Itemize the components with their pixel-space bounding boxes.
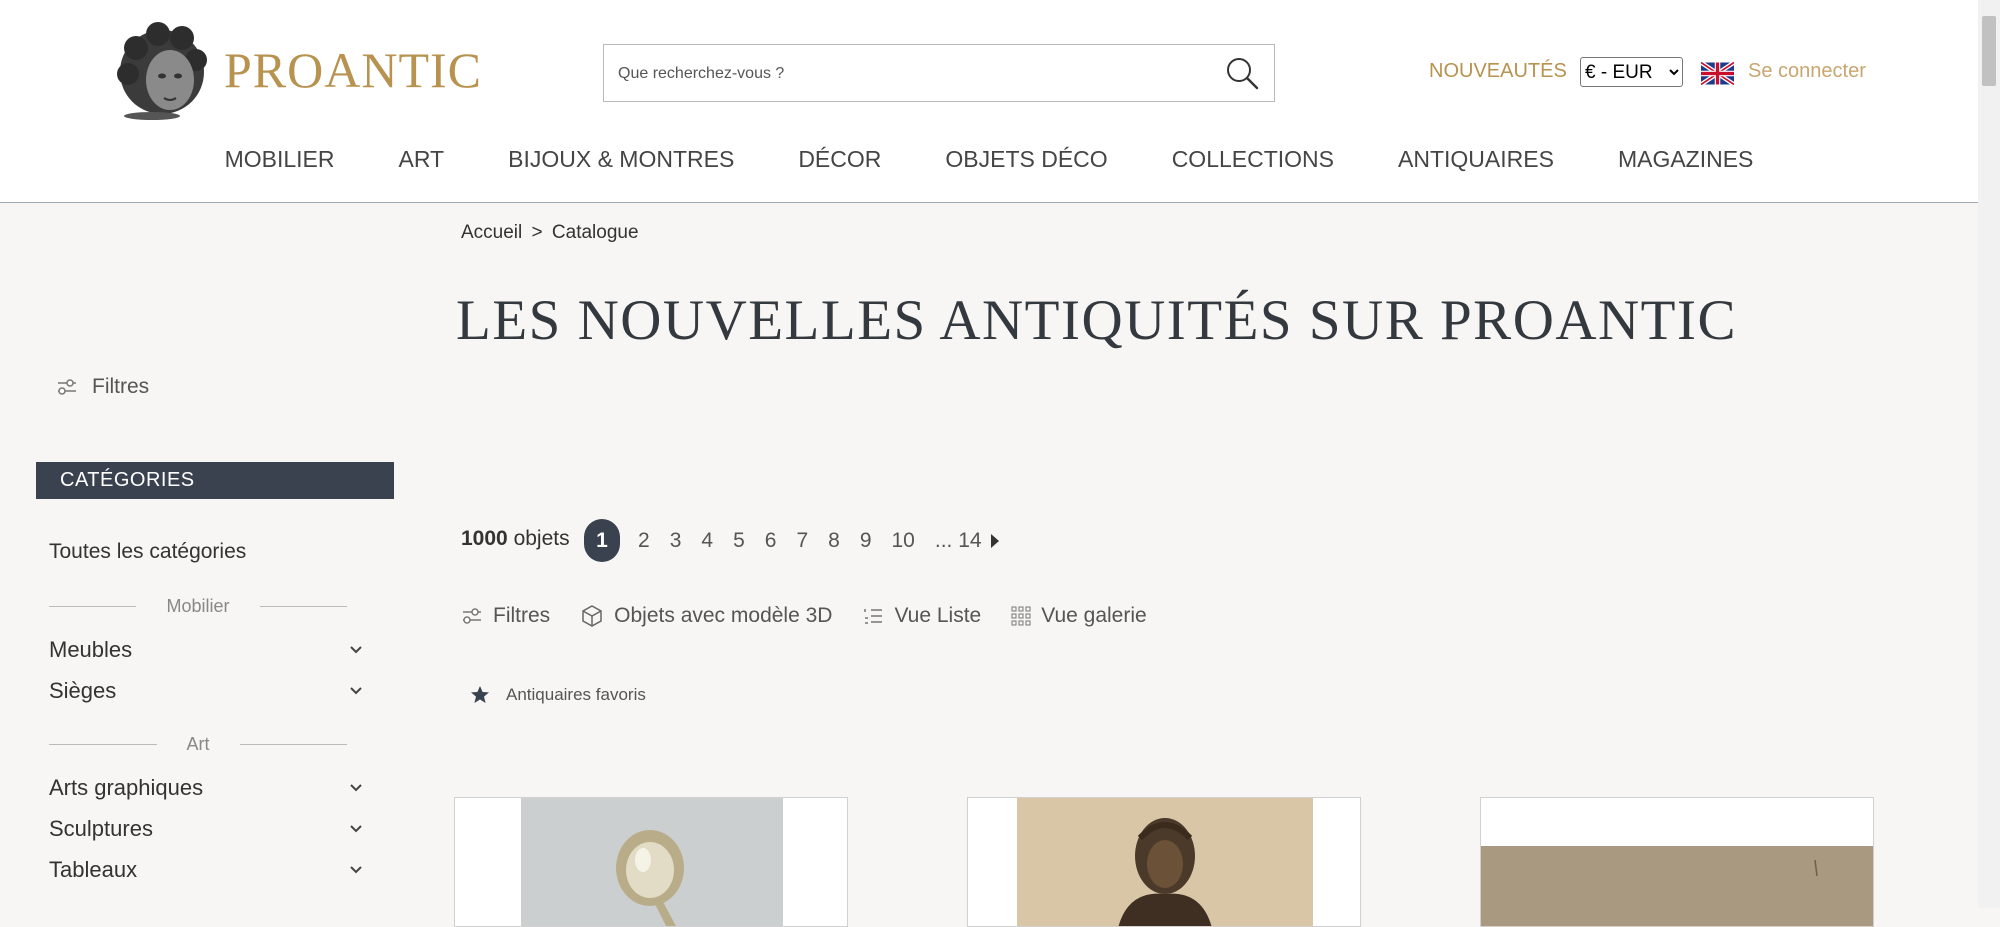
group-divider-art: Art	[49, 734, 348, 755]
results-count-number: 1000	[461, 527, 508, 550]
page-current[interactable]: 1	[584, 519, 620, 562]
favorite-dealers-label: Antiquaires favoris	[506, 685, 646, 704]
page-link[interactable]: 4	[701, 529, 713, 553]
gallery-view-button[interactable]: Vue galerie	[1011, 604, 1147, 628]
divider-line	[259, 606, 347, 607]
list-icon	[864, 609, 883, 624]
gallery-view-label: Vue galerie	[1041, 604, 1147, 627]
results-count: 1000 objets	[461, 527, 570, 551]
cube-3d-icon	[582, 605, 602, 627]
nav-mobilier[interactable]: MOBILIER	[225, 146, 335, 173]
page-title: LES NOUVELLES ANTIQUITÉS SUR PROANTIC	[456, 289, 1737, 352]
breadcrumb-current[interactable]: Catalogue	[552, 222, 639, 243]
category-meubles[interactable]: Meubles	[49, 637, 363, 663]
favorite-dealers-button[interactable]: Antiquaires favoris	[470, 685, 646, 705]
divider-line	[239, 744, 348, 745]
uk-flag-icon[interactable]	[1701, 62, 1734, 85]
category-sieges[interactable]: Sièges	[49, 678, 363, 704]
nav-bijoux-montres[interactable]: BIJOUX & MONTRES	[508, 146, 734, 173]
page-link[interactable]: 7	[796, 529, 808, 553]
categories-header: CATÉGORIES	[36, 462, 394, 499]
list-view-button[interactable]: Vue Liste	[862, 604, 981, 628]
chevron-down-icon[interactable]	[349, 783, 363, 793]
category-label: Tableaux	[49, 857, 138, 882]
view-toolbar: Filtres Objets avec modèle 3D Vue Liste	[461, 604, 1177, 628]
objects-3d-button[interactable]: Objets avec modèle 3D	[580, 604, 832, 628]
brand-name: PROANTIC	[224, 42, 483, 98]
group-label-art: Art	[186, 734, 210, 754]
objects-3d-label: Objets avec modèle 3D	[614, 604, 833, 627]
grid-icon	[1011, 606, 1031, 626]
nav-antiquaires[interactable]: ANTIQUAIRES	[1398, 146, 1554, 173]
filter-icon	[58, 379, 76, 395]
filter-icon	[463, 608, 481, 624]
nav-magazines[interactable]: MAGAZINES	[1618, 146, 1753, 173]
group-label-mobilier: Mobilier	[166, 596, 230, 616]
star-icon	[471, 686, 489, 703]
chevron-down-icon[interactable]	[349, 865, 363, 875]
page-link[interactable]: 2	[638, 529, 650, 553]
search-box	[603, 44, 1275, 103]
chevron-down-icon[interactable]	[349, 686, 363, 696]
page-link[interactable]: 9	[860, 529, 872, 553]
category-label: Sièges	[49, 678, 117, 703]
login-link[interactable]: Se connecter	[1748, 60, 1866, 83]
pagination: 1 2 3 4 5 6 7 8 9 10 ... 14	[584, 519, 1000, 562]
category-label: Arts graphiques	[49, 775, 204, 800]
search-input[interactable]	[616, 45, 1210, 103]
scrollbar-thumb[interactable]	[1982, 16, 1996, 86]
search-icon[interactable]	[1224, 55, 1260, 91]
category-label: Meubles	[49, 637, 133, 662]
main-nav: MOBILIER ART BIJOUX & MONTRES DÉCOR OBJE…	[0, 146, 1978, 173]
page-link[interactable]: 3	[670, 529, 682, 553]
logo[interactable]: PROANTIC	[112, 20, 482, 120]
page-link[interactable]: 5	[733, 529, 745, 553]
next-arrow-icon[interactable]	[990, 533, 1000, 549]
breadcrumb-home[interactable]: Accueil	[461, 222, 522, 243]
divider-line	[49, 606, 137, 607]
category-arts-graphiques[interactable]: Arts graphiques	[49, 775, 363, 801]
sidebar-filters-label: Filtres	[92, 375, 150, 398]
category-tableaux[interactable]: Tableaux	[49, 857, 363, 883]
category-label: Sculptures	[49, 816, 153, 841]
chevron-down-icon[interactable]	[349, 645, 363, 655]
category-sculptures[interactable]: Sculptures	[49, 816, 363, 842]
nav-objets-deco[interactable]: OBJETS DÉCO	[945, 146, 1107, 173]
nav-art[interactable]: ART	[399, 146, 445, 173]
nav-collections[interactable]: COLLECTIONS	[1172, 146, 1334, 173]
page-link[interactable]: 10	[892, 529, 915, 553]
filters-button[interactable]: Filtres	[461, 604, 550, 628]
nav-decor[interactable]: DÉCOR	[798, 146, 881, 173]
site-header: PROANTIC NOUVEAUTÉS € - EUR Se connecter…	[0, 0, 1978, 203]
list-view-label: Vue Liste	[894, 604, 982, 627]
page-link[interactable]: 8	[828, 529, 840, 553]
scrollbar-track[interactable]	[1978, 0, 2000, 908]
breadcrumb-separator: >	[531, 222, 543, 243]
all-categories-link[interactable]: Toutes les catégories	[49, 540, 246, 564]
group-divider-mobilier: Mobilier	[49, 596, 347, 617]
divider-line	[49, 744, 157, 745]
page-link[interactable]: 6	[765, 529, 777, 553]
chevron-down-icon[interactable]	[349, 824, 363, 834]
breadcrumb: Accueil > Catalogue	[461, 222, 643, 244]
sidebar-filters-button[interactable]: Filtres	[56, 375, 149, 399]
currency-select[interactable]: € - EUR	[1580, 57, 1683, 87]
nouveautes-link[interactable]: NOUVEAUTÉS	[1429, 60, 1567, 83]
page-last[interactable]: ... 14	[935, 529, 982, 553]
filters-label: Filtres	[493, 604, 551, 627]
results-count-suffix: objets	[513, 527, 570, 550]
logo-head-icon	[117, 22, 207, 120]
